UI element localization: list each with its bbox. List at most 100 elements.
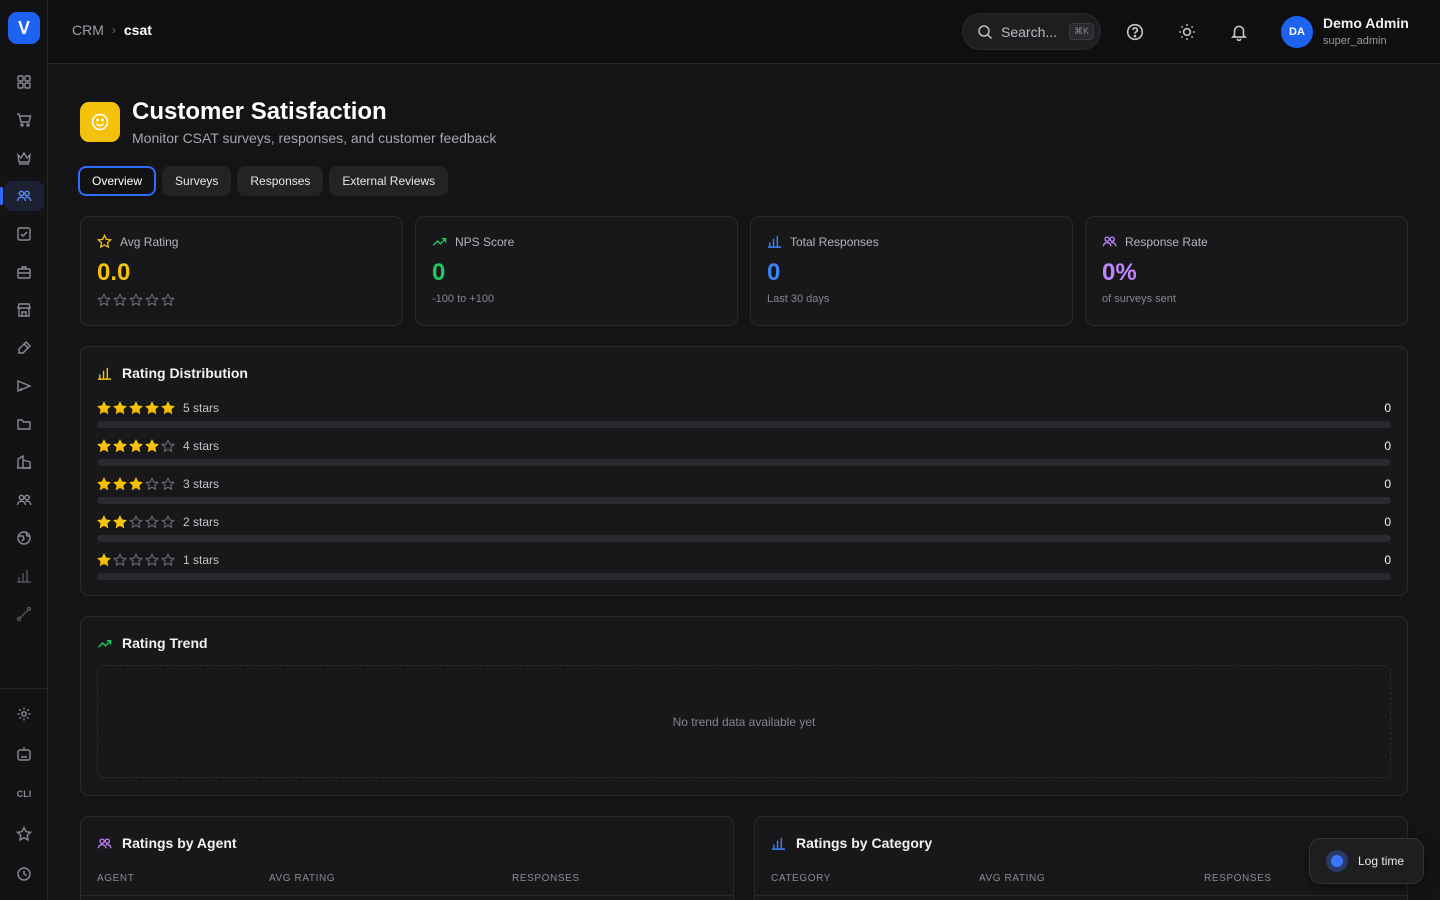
search-shortcut: ⌘K — [1069, 23, 1095, 40]
page-subtitle: Monitor CSAT surveys, responses, and cus… — [132, 130, 497, 146]
distribution-row: 4 stars 0 — [97, 439, 1391, 471]
distribution-count: 0 — [1384, 439, 1391, 453]
building-icon[interactable] — [12, 450, 36, 474]
trend-empty-state: No trend data available yet — [97, 665, 1391, 778]
star-filled-icon — [97, 553, 111, 567]
tab-responses[interactable]: Responses — [237, 166, 324, 196]
star-rating — [97, 477, 175, 491]
star-outline-icon — [145, 293, 159, 307]
sun-icon[interactable] — [1177, 22, 1197, 42]
sidebar: V CLI — [0, 0, 48, 900]
app-logo[interactable]: V — [8, 12, 40, 44]
star-filled-icon — [97, 515, 111, 529]
timer-icon — [1326, 850, 1348, 872]
distribution-progress-bar — [97, 421, 1391, 428]
star-outline-icon — [129, 293, 143, 307]
column-header-avg-rating[interactable]: AVG RATING — [269, 873, 335, 884]
star-outline-icon — [161, 515, 175, 529]
column-header-responses[interactable]: RESPONSES — [1204, 873, 1272, 884]
star-rating — [97, 515, 175, 529]
pen-icon[interactable] — [12, 336, 36, 360]
section-title: Rating Trend — [122, 635, 208, 651]
users-icon — [97, 837, 112, 848]
search-button[interactable]: Search... ⌘K — [962, 13, 1101, 50]
stat-card-avg-rating: Avg Rating 0.0 — [80, 216, 403, 326]
bar-chart-icon — [771, 837, 786, 850]
bar-chart-icon — [767, 235, 782, 248]
distribution-row: 3 stars 0 — [97, 477, 1391, 509]
distribution-label: 4 stars — [183, 439, 220, 453]
rating-distribution-card: Rating Distribution 5 stars 0 4 stars 0 3 st… — [80, 346, 1408, 596]
globe-icon[interactable] — [12, 526, 36, 550]
star-outline-icon — [129, 553, 143, 567]
store-icon[interactable] — [12, 298, 36, 322]
grid-icon[interactable] — [12, 70, 36, 94]
star-rating — [97, 439, 175, 453]
star-filled-icon — [113, 515, 127, 529]
column-header-agent[interactable]: AGENT — [97, 873, 134, 884]
search-icon — [978, 24, 993, 39]
help-icon[interactable] — [1125, 22, 1145, 42]
distribution-count: 0 — [1384, 401, 1391, 415]
megaphone-icon[interactable] — [12, 374, 36, 398]
star-outline-icon — [113, 553, 127, 567]
bar-chart-icon[interactable] — [12, 564, 36, 588]
distribution-label: 1 stars — [183, 553, 220, 567]
stat-value: 0.0 — [97, 259, 131, 286]
distribution-label: 2 stars — [183, 515, 220, 529]
chevron-right-icon: › — [111, 23, 116, 37]
star-outline-icon — [161, 553, 175, 567]
robot-icon[interactable] — [12, 742, 36, 766]
distribution-row: 2 stars 0 — [97, 515, 1391, 547]
tab-external-reviews[interactable]: External Reviews — [329, 166, 449, 196]
stat-card-nps-score: NPS Score 0 -100 to +100 — [415, 216, 738, 326]
cart-icon[interactable] — [12, 108, 36, 132]
breadcrumb-crm[interactable]: CRM — [72, 22, 104, 38]
distribution-progress-bar — [97, 535, 1391, 542]
tab-surveys[interactable]: Surveys — [162, 166, 232, 196]
ratings-by-agent-card: Ratings by Agent AGENT AVG RATING RESPON… — [80, 816, 734, 900]
star-filled-icon — [129, 401, 143, 415]
distribution-count: 0 — [1384, 553, 1391, 567]
cli-button[interactable]: CLI — [12, 782, 36, 806]
star-outline-icon — [145, 477, 159, 491]
star-icon[interactable] — [12, 822, 36, 846]
trend-up-icon — [97, 639, 112, 648]
star-filled-icon — [161, 401, 175, 415]
folder-icon[interactable] — [12, 412, 36, 436]
tab-overview[interactable]: Overview — [78, 166, 157, 196]
search-placeholder: Search... — [1001, 23, 1058, 40]
star-filled-icon — [129, 439, 143, 453]
avatar[interactable]: DA — [1281, 16, 1313, 48]
app-root: V CLI CRM › csat Search... ⌘K DA Demo Ad… — [0, 0, 1440, 900]
checkbox-icon[interactable] — [12, 222, 36, 246]
star-outline-icon — [145, 553, 159, 567]
stat-value: 0 — [432, 259, 446, 286]
star-rating — [97, 401, 175, 415]
stat-card-response-rate: Response Rate 0% of surveys sent — [1085, 216, 1408, 326]
briefcase-icon[interactable] — [12, 260, 36, 284]
gear-icon[interactable] — [12, 702, 36, 726]
star-outline-icon — [161, 477, 175, 491]
crown-icon[interactable] — [12, 146, 36, 170]
bell-icon[interactable] — [1229, 22, 1249, 42]
column-header-responses[interactable]: RESPONSES — [512, 873, 580, 884]
column-header-avg-rating[interactable]: AVG RATING — [979, 873, 1045, 884]
section-title: Ratings by Category — [796, 835, 933, 851]
star-filled-icon — [113, 401, 127, 415]
column-header-category[interactable]: CATEGORY — [771, 873, 831, 884]
stat-value: 0 — [767, 259, 781, 286]
clock-icon[interactable] — [12, 862, 36, 886]
team-icon[interactable] — [12, 488, 36, 512]
star-filled-icon — [113, 477, 127, 491]
distribution-count: 0 — [1384, 515, 1391, 529]
users-icon[interactable] — [0, 181, 44, 211]
user-name[interactable]: Demo Admin — [1323, 15, 1409, 31]
trend-up-icon — [432, 237, 447, 246]
star-outline-icon — [97, 293, 111, 307]
link-icon[interactable] — [12, 602, 36, 626]
rating-trend-card: Rating Trend No trend data available yet — [80, 616, 1408, 796]
bar-chart-icon — [97, 367, 112, 380]
log-time-button[interactable]: Log time — [1309, 838, 1424, 884]
star-filled-icon — [97, 477, 111, 491]
